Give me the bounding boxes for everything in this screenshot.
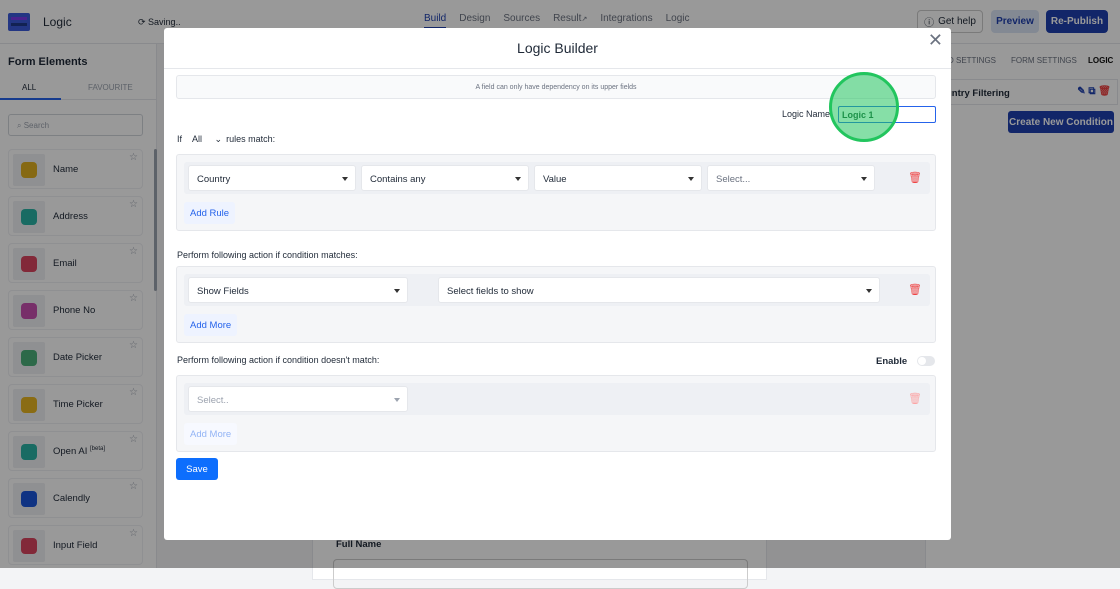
rule-field-select[interactable]: Country	[188, 165, 356, 191]
add-rule-button[interactable]: Add Rule	[184, 202, 236, 224]
trash-icon[interactable]: 🗑	[908, 283, 922, 296]
dependency-note: A field can only have dependency on its …	[176, 75, 936, 99]
add-more-button-disabled[interactable]: Add More	[184, 423, 238, 445]
rule-type-select[interactable]: Value	[534, 165, 702, 191]
click-highlight	[829, 72, 899, 142]
add-more-button[interactable]: Add More	[184, 314, 238, 336]
match-section-label: Perform following action if condition ma…	[177, 250, 358, 260]
action-row: Select.. 🗑	[184, 383, 930, 415]
if-label: If	[177, 134, 183, 144]
close-icon[interactable]: ✕	[928, 30, 943, 51]
enable-label: Enable	[876, 356, 908, 367]
rules-match-label: rules match:	[226, 134, 276, 144]
action-row: Show Fields Select fields to show 🗑	[184, 274, 930, 306]
rules-panel: Country Contains any Value Select... 🗑 A…	[176, 154, 936, 231]
logic-name-label: Logic Name	[782, 109, 831, 119]
modal-title: Logic Builder	[517, 40, 598, 56]
chevron-down-icon: ⌄	[214, 134, 223, 144]
save-button[interactable]: Save	[176, 458, 218, 480]
rule-row: Country Contains any Value Select... 🗑	[184, 162, 930, 194]
nomatch-section-label: Perform following action if condition do…	[177, 355, 380, 365]
rule-value-select[interactable]: Select...	[707, 165, 875, 191]
trash-icon[interactable]: 🗑	[908, 171, 922, 184]
match-actions-panel: Show Fields Select fields to show 🗑 Add …	[176, 266, 936, 343]
action-select[interactable]: Show Fields	[188, 277, 408, 303]
logic-builder-modal: Logic Builder ✕ A field can only have de…	[164, 28, 951, 540]
match-mode-select[interactable]: All ⌄	[192, 134, 222, 145]
enable-toggle[interactable]	[917, 356, 935, 366]
nomatch-action-select[interactable]: Select..	[188, 386, 408, 412]
trash-icon[interactable]: 🗑	[908, 392, 922, 405]
divider	[164, 68, 951, 69]
rule-operator-select[interactable]: Contains any	[361, 165, 529, 191]
nomatch-actions-panel: Select.. 🗑 Add More	[176, 375, 936, 452]
fields-to-show-select[interactable]: Select fields to show	[438, 277, 880, 303]
match-condition-row: If All ⌄ rules match:	[177, 134, 275, 145]
